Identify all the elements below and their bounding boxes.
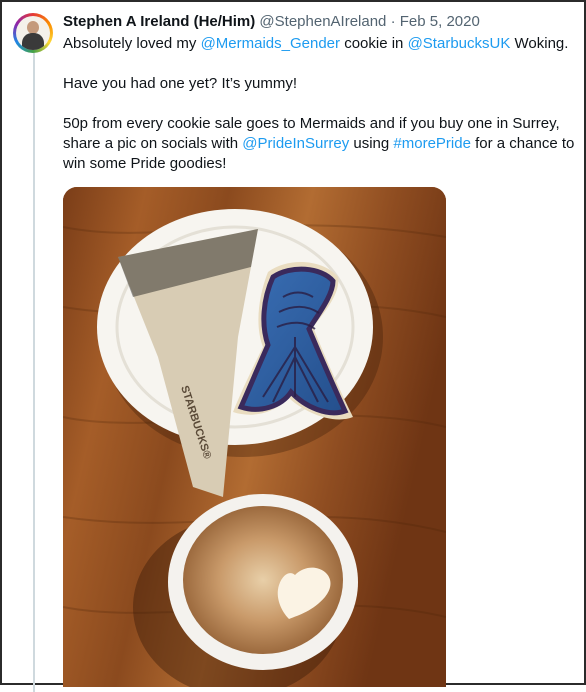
- tweet-text: Absolutely loved my @Mermaids_Gender coo…: [63, 34, 575, 174]
- tweet-line-2: Have you had one yet? It’s yummy!: [63, 75, 298, 92]
- text-segment: Absolutely loved my: [63, 35, 201, 52]
- text-segment: cookie in: [340, 35, 408, 52]
- mention-mermaids-link[interactable]: @Mermaids_Gender: [201, 35, 340, 52]
- tweet-card: Stephen A Ireland (He/Him) @StephenAIrel…: [0, 0, 586, 692]
- tweet-photo[interactable]: STARBUCKS®: [63, 187, 446, 687]
- mention-pride-link[interactable]: @PrideInSurrey: [242, 135, 349, 152]
- meta-separator: ·: [386, 13, 400, 30]
- text-segment: using: [349, 135, 394, 152]
- tweet-line-3: 50p from every cookie sale goes to Merma…: [63, 114, 575, 174]
- user-avatar[interactable]: [13, 13, 53, 53]
- avatar-photo: [16, 16, 50, 50]
- display-name[interactable]: Stephen A Ireland (He/Him): [63, 13, 255, 30]
- mention-starbucks-link[interactable]: @StarbucksUK: [408, 35, 511, 52]
- text-segment: Woking.: [510, 35, 569, 52]
- tweet-header: Stephen A Ireland (He/Him) @StephenAIrel…: [63, 12, 480, 32]
- tweet-line-1: Absolutely loved my @Mermaids_Gender coo…: [63, 34, 575, 54]
- avatar-body-shape: [22, 33, 44, 50]
- tweet-date[interactable]: Feb 5, 2020: [400, 13, 480, 30]
- thread-line: [33, 52, 35, 692]
- user-handle[interactable]: @StephenAIreland: [259, 13, 386, 30]
- hashtag-morepride-link[interactable]: #morePride: [393, 135, 471, 152]
- photo-illustration: STARBUCKS®: [63, 187, 446, 687]
